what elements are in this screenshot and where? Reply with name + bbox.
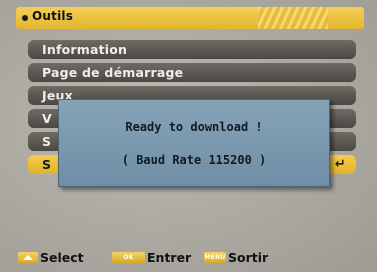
footer-hints: Select OK Entrer MENU Sortir xyxy=(18,249,368,265)
menu-key-icon: MENU xyxy=(204,251,226,263)
bullet-icon xyxy=(22,15,28,21)
hint-exit: MENU Sortir xyxy=(204,249,268,265)
header-decoration xyxy=(258,7,328,29)
menu-item-label: S xyxy=(42,157,52,172)
dialog-baud-rate: ( Baud Rate 115200 ) xyxy=(121,153,267,167)
hint-select-label: Select xyxy=(40,249,84,265)
hint-enter-label: Entrer xyxy=(147,249,192,265)
tv-screen: Outils Information Page de démarrage Jeu… xyxy=(0,0,377,272)
ok-key-icon: OK xyxy=(112,251,145,263)
enter-icon: ↵ xyxy=(334,157,346,172)
page-title: Outils xyxy=(32,9,74,23)
download-dialog: Ready to download ! ( Baud Rate 115200 ) xyxy=(58,99,330,187)
menu-item-startup-page[interactable]: Page de démarrage xyxy=(28,63,356,82)
hint-select: Select xyxy=(18,249,84,265)
dialog-message: Ready to download ! xyxy=(125,120,263,134)
hint-exit-label: Sortir xyxy=(228,249,269,265)
menu-item-information[interactable]: Information xyxy=(28,40,356,59)
arrow-keys-icon xyxy=(18,251,38,263)
hint-enter: OK Entrer xyxy=(112,249,191,265)
